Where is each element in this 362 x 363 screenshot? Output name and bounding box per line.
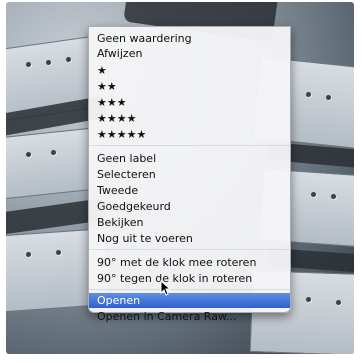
rivet (26, 152, 31, 157)
menu-item-bekijken[interactable]: Bekijken (89, 215, 290, 230)
menu-item-rating-1[interactable]: ★ (89, 63, 290, 78)
menu-separator (89, 289, 290, 290)
menu-item-rating-3[interactable]: ★★★ (89, 95, 290, 110)
screenshot-frame: Geen waardering Afwijzen ★ ★★ ★★★ ★★★★ ★… (0, 0, 362, 363)
menu-item-rotate-clockwise[interactable]: 90° met de klok mee roteren (89, 255, 290, 270)
context-menu: Geen waardering Afwijzen ★ ★★ ★★★ ★★★★ ★… (88, 26, 291, 323)
menu-item-tweede[interactable]: Tweede (89, 183, 290, 198)
rivet (306, 92, 311, 97)
menu-item-afwijzen[interactable]: Afwijzen (89, 46, 290, 61)
rivet (56, 250, 61, 255)
menu-item-rating-4[interactable]: ★★★★ (89, 111, 290, 126)
rivet (311, 192, 316, 197)
menu-item-rotate-counterclockwise[interactable]: 90° tegen de klok in roteren (89, 271, 290, 286)
rivet (66, 57, 71, 62)
menu-item-rating-2[interactable]: ★★ (89, 79, 290, 94)
menu-separator (89, 145, 290, 146)
menu-item-openen-camera-raw[interactable]: Openen in Camera Raw... (89, 309, 290, 324)
menu-separator (89, 249, 290, 250)
rivet (26, 62, 31, 67)
rivet (51, 150, 56, 155)
menu-item-geen-label[interactable]: Geen label (89, 151, 290, 166)
rivet (326, 95, 331, 100)
menu-item-geen-waardering[interactable]: Geen waardering (89, 31, 290, 46)
menu-item-rating-5[interactable]: ★★★★★ (89, 127, 290, 142)
rivet (306, 297, 311, 302)
menu-item-openen[interactable]: Openen (89, 293, 290, 308)
menu-item-selecteren[interactable]: Selecteren (89, 167, 290, 182)
menu-item-nog-uit-te-voeren[interactable]: Nog uit te voeren (89, 231, 290, 246)
rivet (331, 194, 336, 199)
menu-item-goedgekeurd[interactable]: Goedgekeurd (89, 199, 290, 214)
mouse-pointer-icon (160, 280, 172, 296)
rivet (26, 252, 31, 257)
rivet (336, 300, 341, 305)
rivet (46, 60, 51, 65)
